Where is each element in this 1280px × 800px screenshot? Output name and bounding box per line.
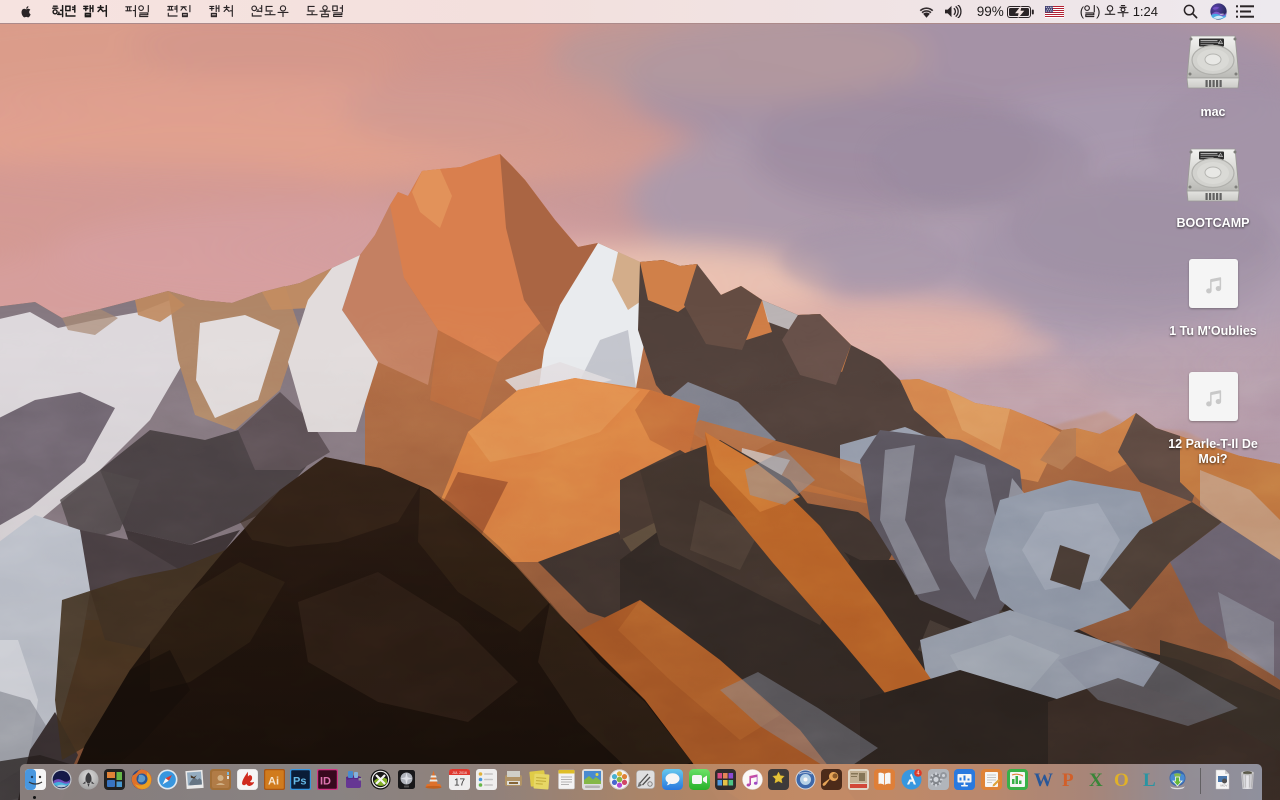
svg-text:X: X: [1089, 770, 1103, 790]
svg-text:Ai: Ai: [268, 775, 279, 787]
svg-text:JUL 2016: JUL 2016: [453, 770, 468, 774]
svg-text:MOV: MOV: [1220, 783, 1227, 787]
svg-text:4: 4: [916, 770, 919, 776]
svg-text:L: L: [1143, 770, 1156, 790]
svg-text:17: 17: [454, 777, 466, 788]
svg-text:ID: ID: [320, 775, 331, 787]
svg-text:Ps: Ps: [293, 775, 306, 787]
svg-text:W: W: [1034, 770, 1053, 790]
svg-text:O: O: [1114, 770, 1129, 790]
svg-text:P: P: [1062, 770, 1074, 790]
